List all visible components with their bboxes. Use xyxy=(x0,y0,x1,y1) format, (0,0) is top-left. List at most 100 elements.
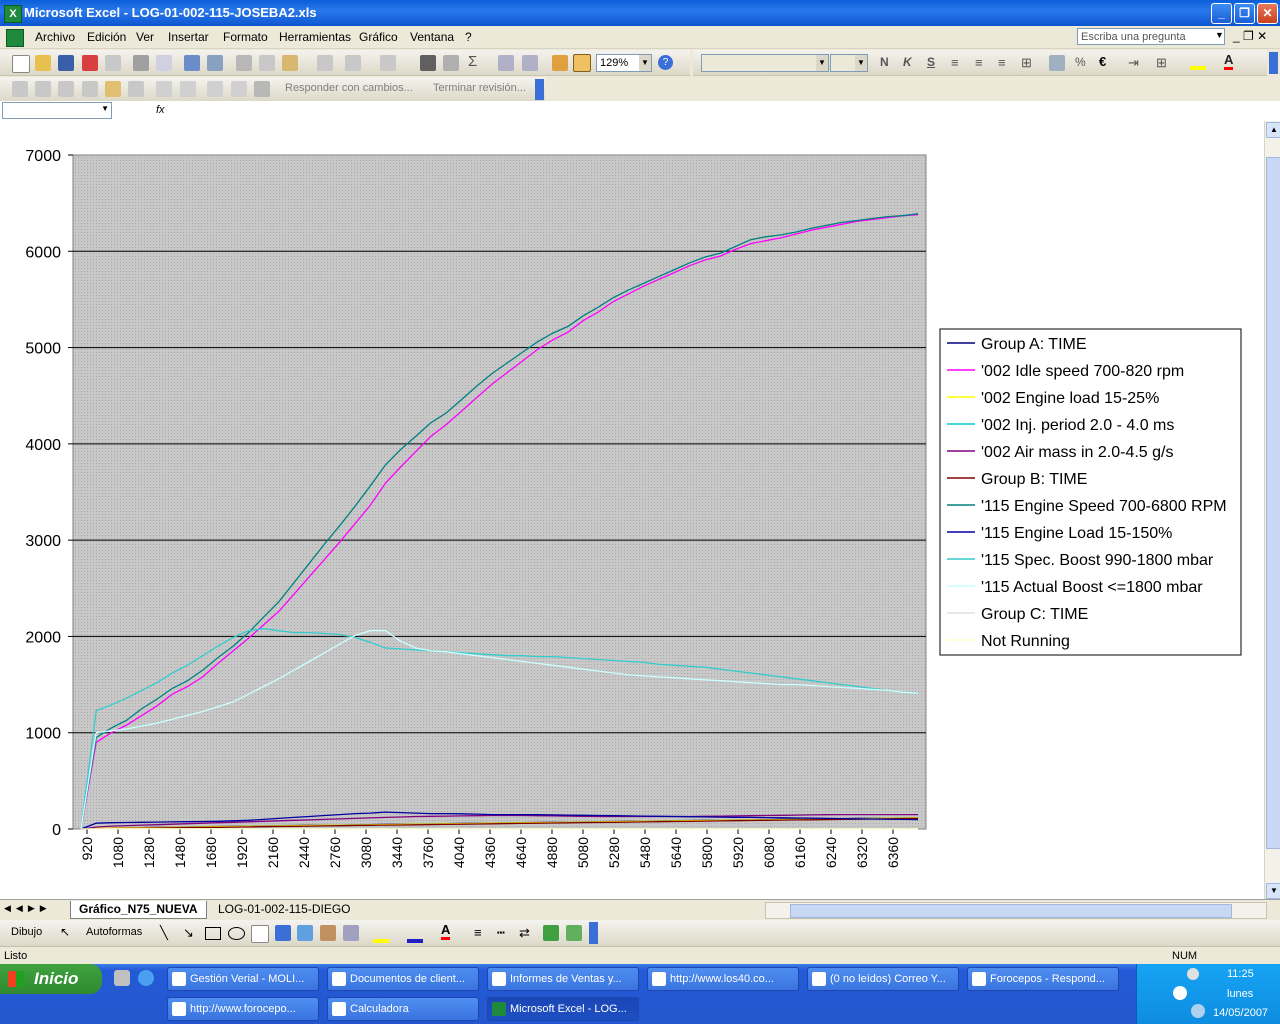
underline-button[interactable]: S xyxy=(927,55,935,69)
formula-input[interactable] xyxy=(170,102,1278,119)
plot-area[interactable] xyxy=(72,154,927,830)
review-icon-4[interactable] xyxy=(82,81,98,97)
scroll-down-icon[interactable]: ▼ xyxy=(1266,883,1280,899)
menu-grafico[interactable]: Gráfico xyxy=(359,30,398,44)
textbox-icon[interactable] xyxy=(251,925,269,943)
close-button[interactable]: ✕ xyxy=(1257,3,1278,24)
format-painter-icon[interactable] xyxy=(317,55,333,71)
align-right-icon[interactable]: ≡ xyxy=(998,55,1006,70)
draw-options-icon[interactable] xyxy=(589,922,598,944)
line-style-icon[interactable]: ≡ xyxy=(474,925,482,940)
volume-icon[interactable] xyxy=(1187,968,1199,980)
borders-icon[interactable]: ⊞ xyxy=(1156,55,1167,71)
task-excel[interactable]: Microsoft Excel - LOG... xyxy=(487,997,639,1021)
copy-icon[interactable] xyxy=(259,55,275,71)
reading-icon[interactable] xyxy=(443,55,459,71)
review-options-icon[interactable] xyxy=(535,79,544,100)
select-pointer-icon[interactable]: ↖ xyxy=(60,925,70,939)
tab-nav-icons[interactable]: ◀◀▶▶ xyxy=(4,903,52,914)
menu-ventana[interactable]: Ventana xyxy=(410,30,454,44)
reply-with-changes-button[interactable]: Responder con cambios... xyxy=(285,82,413,94)
open-icon[interactable] xyxy=(35,55,51,71)
task-gestion-verial[interactable]: Gestión Verial - MOLI... xyxy=(167,967,319,991)
sort-asc-icon[interactable] xyxy=(498,55,514,71)
toolbar-options-icon[interactable] xyxy=(1269,52,1278,74)
start-button[interactable]: Inicio xyxy=(0,964,102,994)
scroll-up-icon[interactable]: ▲ xyxy=(1266,122,1280,138)
font-dropdown-icon[interactable]: ▼ xyxy=(816,55,828,71)
menu-herramientas[interactable]: Herramientas xyxy=(279,30,351,44)
document-icon[interactable] xyxy=(6,29,24,47)
font-size-combo[interactable]: ▼ xyxy=(830,54,868,72)
zoom-dropdown-icon[interactable]: ▼ xyxy=(639,55,651,71)
task-forocepos[interactable]: Forocepos - Respond... xyxy=(967,967,1119,991)
drawing-icon[interactable] xyxy=(573,54,591,72)
new-icon[interactable] xyxy=(12,55,30,73)
oval-icon[interactable] xyxy=(228,927,245,940)
autosum-icon[interactable]: Σ xyxy=(468,53,477,70)
redo-icon[interactable] xyxy=(380,55,396,71)
shadow-icon[interactable] xyxy=(543,925,559,941)
menu-help[interactable]: ? xyxy=(465,30,472,44)
task-informes[interactable]: Informes de Ventas y... xyxy=(487,967,639,991)
task-calculadora[interactable]: Calculadora xyxy=(327,997,479,1021)
wordart-icon[interactable] xyxy=(275,925,291,941)
draw-font-color-icon[interactable]: A xyxy=(441,923,451,940)
chart-wizard-icon[interactable] xyxy=(552,55,568,71)
task-correo[interactable]: (0 no leídos) Correo Y... xyxy=(807,967,959,991)
doc-close-icon[interactable]: _ ❐ ✕ xyxy=(1233,29,1267,43)
italic-button[interactable]: K xyxy=(903,55,912,69)
name-box[interactable]: ▼ xyxy=(2,102,112,119)
ask-dropdown-icon[interactable]: ▼ xyxy=(1215,30,1224,40)
excel-icon[interactable]: X xyxy=(4,5,22,23)
review-icon-5[interactable] xyxy=(105,81,121,97)
quicklaunch-icon-1[interactable] xyxy=(114,970,130,986)
zoom-combo[interactable]: 129% ▼ xyxy=(596,54,652,72)
spelling-icon[interactable] xyxy=(184,55,200,71)
autoshapes-button[interactable]: Autoformas xyxy=(86,926,142,938)
currency-icon[interactable] xyxy=(1049,55,1065,71)
review-icon-9[interactable] xyxy=(207,81,223,97)
scroll-thumb[interactable] xyxy=(1266,157,1280,849)
review-icon-1[interactable] xyxy=(12,81,28,97)
draw-menu-button[interactable]: Dibujo xyxy=(11,926,42,938)
euro-button[interactable]: € xyxy=(1099,54,1106,69)
review-icon-10[interactable] xyxy=(231,81,247,97)
draw-fill-icon[interactable] xyxy=(373,925,389,943)
size-dropdown-icon[interactable]: ▼ xyxy=(855,55,867,71)
research-icon[interactable] xyxy=(207,55,223,71)
hyperlink-icon[interactable] xyxy=(420,55,436,71)
tab-log-diego[interactable]: LOG-01-002-115-DIEGO xyxy=(210,901,359,918)
rectangle-icon[interactable] xyxy=(205,927,221,940)
font-combo[interactable]: ▼ xyxy=(701,54,829,72)
align-left-icon[interactable]: ≡ xyxy=(951,55,959,70)
review-icon-7[interactable] xyxy=(156,81,172,97)
print-preview-icon[interactable] xyxy=(156,55,172,71)
dash-style-icon[interactable]: ┅ xyxy=(497,925,505,941)
paste-icon[interactable] xyxy=(282,55,298,71)
line-icon[interactable]: ╲ xyxy=(160,925,168,941)
end-review-button[interactable]: Terminar revisión... xyxy=(433,82,526,94)
picture-icon[interactable] xyxy=(343,925,359,941)
tab-grafico-n75-nueva[interactable]: Gráfico_N75_NUEVA xyxy=(70,901,207,919)
fill-color-icon[interactable] xyxy=(1190,54,1206,70)
clipart-icon[interactable] xyxy=(320,925,336,941)
review-icon-8[interactable] xyxy=(180,81,196,97)
vertical-scrollbar[interactable]: ▲ ▼ xyxy=(1264,121,1280,899)
font-color-icon[interactable]: A xyxy=(1224,53,1234,70)
horizontal-scrollbar[interactable] xyxy=(765,902,1267,919)
align-center-icon[interactable]: ≡ xyxy=(975,55,983,70)
network-icon[interactable] xyxy=(1173,986,1187,1000)
permission-icon[interactable] xyxy=(82,55,98,71)
merge-center-icon[interactable]: ⊞ xyxy=(1021,55,1032,71)
review-icon-11[interactable] xyxy=(254,81,270,97)
maximize-button[interactable]: ❐ xyxy=(1234,3,1255,24)
review-icon-3[interactable] xyxy=(58,81,74,97)
cut-icon[interactable] xyxy=(236,55,252,71)
fx-icon[interactable]: fx xyxy=(156,104,165,116)
clock-time[interactable]: 11:25 xyxy=(1227,968,1254,980)
review-icon-2[interactable] xyxy=(35,81,51,97)
arrow-icon[interactable]: ↘ xyxy=(183,925,194,941)
menu-formato[interactable]: Formato xyxy=(223,30,268,44)
save-icon[interactable] xyxy=(58,55,74,71)
